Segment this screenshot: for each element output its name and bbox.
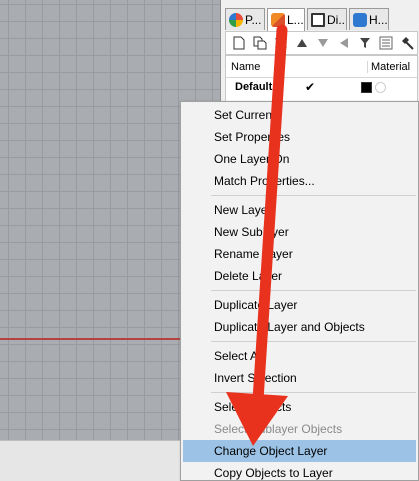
display-icon	[311, 12, 325, 27]
delete-icon[interactable]	[270, 33, 291, 53]
tab-display[interactable]: Di...	[307, 8, 347, 30]
tools-icon[interactable]	[375, 33, 396, 53]
material-icon[interactable]	[375, 81, 386, 93]
layer-name: Default	[235, 81, 273, 93]
menu-separator	[211, 341, 416, 342]
menu-separator	[211, 195, 416, 196]
menu-separator	[211, 290, 416, 291]
layer-table-header: Name Material	[226, 56, 417, 78]
layer-row[interactable]: Default ✔	[226, 78, 417, 96]
menu-item-change-object-layer[interactable]: Change Object Layer	[183, 440, 416, 462]
menu-item-copy-objects-to-layer[interactable]: Copy Objects to Layer	[181, 462, 418, 481]
help-icon	[353, 12, 367, 27]
move-up-icon[interactable]	[291, 33, 312, 53]
tab-help[interactable]: H...	[349, 8, 389, 30]
move-out-icon[interactable]	[333, 33, 354, 53]
current-layer-check: ✔	[305, 80, 316, 94]
column-name[interactable]: Name	[231, 61, 367, 73]
move-down-icon[interactable]	[312, 33, 333, 53]
menu-item-duplicate-layer[interactable]: Duplicate Layer	[181, 294, 418, 316]
menu-item-select-sublayer-objects: Select Sublayer Objects	[214, 422, 343, 436]
tab-label: H...	[369, 12, 388, 27]
tab-label: P...	[245, 12, 262, 27]
menu-item-duplicate-layer-and-objects[interactable]: Duplicate Layer and Objects	[181, 316, 418, 338]
filter-icon[interactable]	[354, 33, 375, 53]
layer-context-menu: Set Current Set Properties One Layer On …	[180, 101, 419, 481]
tab-label: Di...	[327, 12, 347, 27]
menu-item-set-properties[interactable]: Set Properties	[181, 126, 418, 148]
menu-item-invert-selection[interactable]: Invert Selection	[181, 367, 418, 389]
menu-separator	[211, 392, 416, 393]
new-layer-icon[interactable]	[228, 33, 249, 53]
menu-item-new-sublayer[interactable]: New Sublayer	[181, 221, 418, 243]
panel-tabs: P... L... Di... H...	[225, 8, 391, 31]
tab-properties[interactable]: P...	[225, 8, 265, 30]
menu-item-select-objects[interactable]: Select Objects	[181, 396, 418, 418]
layers-icon	[271, 13, 285, 27]
column-material[interactable]: Material	[367, 60, 417, 73]
tab-layers[interactable]: L...	[267, 8, 305, 31]
menu-item-delete-layer[interactable]: Delete Layer	[181, 265, 418, 287]
menu-item-new-layer[interactable]: New Layer	[181, 199, 418, 221]
hammer-icon[interactable]	[396, 33, 417, 53]
menu-item-rename-layer[interactable]: Rename Layer	[181, 243, 418, 265]
new-sublayer-icon[interactable]	[249, 33, 270, 53]
layer-color-swatch[interactable]	[361, 81, 372, 93]
layers-toolbar	[225, 31, 418, 55]
menu-item-set-current[interactable]: Set Current	[181, 104, 418, 126]
menu-item-select-all[interactable]: Select All	[181, 345, 418, 367]
menu-item-one-layer-on[interactable]: One Layer On	[181, 148, 418, 170]
tab-label: L...	[287, 13, 304, 27]
properties-icon	[229, 12, 243, 27]
menu-item-match-properties[interactable]: Match Properties...	[181, 170, 418, 192]
